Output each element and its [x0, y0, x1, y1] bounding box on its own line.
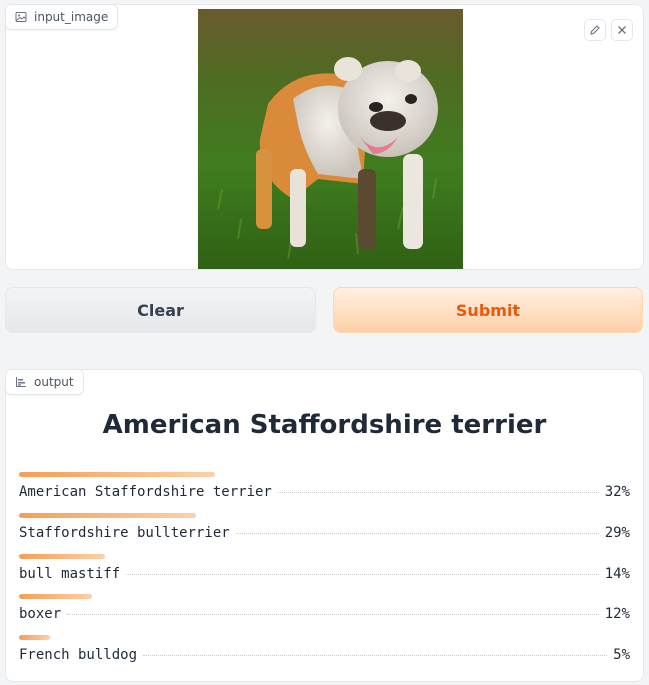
confidence-bar: [19, 554, 105, 559]
confidence-row: boxer 12%: [19, 594, 630, 628]
image-upload-area[interactable]: [5, 4, 644, 270]
confidence-row: French bulldog 5%: [19, 635, 630, 669]
image-icon: [15, 11, 27, 23]
confidence-bar: [19, 472, 215, 477]
confidence-label: boxer: [19, 606, 62, 622]
dotted-leader: [126, 574, 599, 575]
confidence-label: bull mastiff: [19, 566, 121, 582]
confidence-label: American Staffordshire terrier: [19, 484, 272, 500]
confidence-value: 29%: [604, 525, 630, 541]
submit-button[interactable]: Submit: [333, 287, 643, 333]
bar-chart-icon: [15, 376, 27, 388]
confidence-row: Staffordshire bullterrier 29%: [19, 513, 630, 547]
output-label: output: [5, 369, 84, 395]
confidence-row: bull mastiff 14%: [19, 554, 630, 588]
confidence-line: French bulldog 5%: [19, 647, 630, 667]
confidence-row: American Staffordshire terrier 32%: [19, 472, 630, 506]
confidence-label: Staffordshire bullterrier: [19, 525, 230, 541]
dotted-leader: [67, 614, 599, 615]
confidence-line: bull mastiff 14%: [19, 566, 630, 586]
dotted-leader: [277, 492, 599, 493]
confidence-label: French bulldog: [19, 647, 138, 663]
close-icon[interactable]: [611, 19, 633, 41]
input-image-preview: [198, 9, 463, 269]
confidence-line: American Staffordshire terrier 32%: [19, 484, 630, 504]
confidence-value: 14%: [604, 566, 630, 582]
confidence-bar: [19, 594, 92, 599]
edit-icon[interactable]: [584, 19, 606, 41]
confidence-bar: [19, 635, 50, 640]
clear-button[interactable]: Clear: [5, 287, 316, 333]
confidence-value: 12%: [604, 606, 630, 622]
input-image-label: input_image: [5, 4, 119, 30]
dotted-leader: [235, 533, 599, 534]
confidence-line: boxer 12%: [19, 606, 630, 626]
confidence-bar: [19, 513, 196, 518]
confidence-line: Staffordshire bullterrier 29%: [19, 525, 630, 545]
confidence-value: 32%: [604, 484, 630, 500]
confidence-value: 5%: [613, 647, 630, 663]
predicted-label: American Staffordshire terrier: [102, 410, 547, 440]
input-panel: input_image Clear Submit: [0, 0, 649, 344]
dotted-leader: [143, 655, 608, 656]
